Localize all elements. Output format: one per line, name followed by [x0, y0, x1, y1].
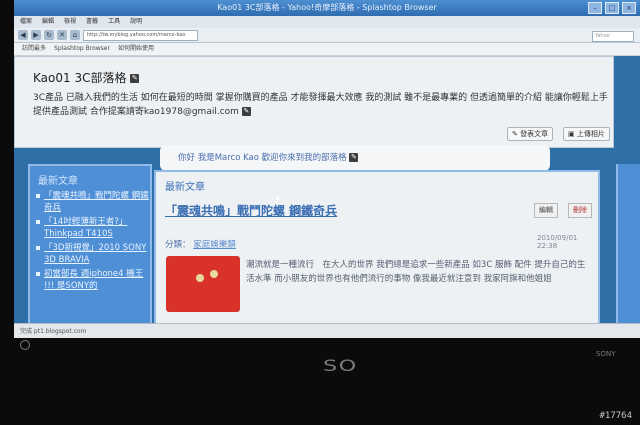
post-title[interactable]: 「震魂共鳴」戰鬥陀螺 鋼鐵奇兵 — [165, 202, 337, 219]
watermark: #17764 — [599, 411, 632, 421]
pencil-icon: ✎ — [512, 130, 518, 138]
sidebar-post-link[interactable]: 「震魂共鳴」戰鬥陀螺 鋼鐵奇兵 — [44, 190, 150, 214]
sidebar-post-list: 「震魂共鳴」戰鬥陀螺 鋼鐵奇兵 「14吋輕薄新王者?」Thinkpad T410… — [30, 190, 150, 292]
monitor-brand: SONY — [596, 350, 616, 358]
menu-tools[interactable]: 工具 — [108, 16, 120, 28]
stop-icon[interactable]: ✕ — [57, 30, 67, 40]
post-timestamp: 2010/09/01 22:38 — [537, 234, 578, 250]
category-link[interactable]: 家庭娛樂類 — [193, 240, 236, 250]
list-item: 「3D新視覺」2010 SONY 3D BRAVIA — [36, 242, 150, 266]
sidebar-title: 最新文章 — [38, 176, 78, 187]
search-input[interactable]: Yahoo — [592, 31, 634, 42]
mouse-cursor-icon — [276, 197, 283, 205]
address-bar[interactable]: http://tw.myblog.yahoo.com/marco-kao — [83, 29, 198, 41]
menu-view[interactable]: 檢視 — [64, 16, 76, 28]
edit-description-icon[interactable]: ✎ — [241, 107, 251, 116]
power-icon — [20, 340, 30, 350]
window-title: Kao01 3C部落格 - Yahoo!奇摩部落格 - Splashtop Br… — [217, 3, 437, 12]
post-excerpt: 潮流就是一種流行 在大人的世界 我們總是追求一些新產品 如3C 服飾 配件 提升… — [246, 260, 586, 284]
bullet-icon — [36, 246, 40, 250]
blog-description: 3C產品 已融入我們的生活 如何在最短的時間 掌握你購買的產品 才能發揮最大效應… — [33, 93, 608, 117]
delete-post-button[interactable]: 刪除 — [568, 203, 592, 218]
post-article-label: 發表文章 — [520, 130, 549, 138]
monitor-logo: SO — [323, 356, 358, 375]
edit-title-icon[interactable]: ✎ — [130, 74, 140, 83]
bookmark-item[interactable]: 如何開始使用 — [118, 43, 154, 55]
minimize-icon[interactable]: – — [588, 2, 602, 14]
menu-help[interactable]: 說明 — [130, 16, 142, 28]
section-title: 最新文章 — [165, 182, 205, 193]
menu-edit[interactable]: 編輯 — [42, 16, 54, 28]
navigation-toolbar: ◀ ▶ ↻ ✕ ⌂ http://tw.myblog.yahoo.com/mar… — [14, 28, 640, 43]
menu-file[interactable]: 檔案 — [20, 16, 32, 28]
sidebar-post-link[interactable]: 「14吋輕薄新王者?」Thinkpad T410S — [44, 216, 150, 240]
browser-screen: Kao01 3C部落格 - Yahoo!奇摩部落格 - Splashtop Br… — [14, 0, 640, 338]
window-controls: – □ × — [588, 2, 636, 14]
close-icon[interactable]: × — [622, 2, 636, 14]
window-titlebar: Kao01 3C部落格 - Yahoo!奇摩部落格 - Splashtop Br… — [14, 0, 640, 16]
list-item: 「震魂共鳴」戰鬥陀螺 鋼鐵奇兵 — [36, 190, 150, 214]
spinning-top-image — [196, 274, 204, 282]
edit-post-button[interactable]: 編輯 — [534, 203, 558, 218]
blog-header: Kao01 3C部落格 ✎ 3C產品 已融入我們的生活 如何在最短的時間 掌握你… — [14, 56, 614, 148]
greeting-text: 你好 我是Marco Kao 歡迎你來到我的部落格 — [178, 153, 347, 163]
list-item: 初當部長 週iphone4 機王 !!! 是SONY的 — [36, 268, 150, 292]
bullet-icon — [36, 220, 40, 224]
menu-bookmarks[interactable]: 書籤 — [86, 16, 98, 28]
post-category: 分類： 家庭娛樂類 — [165, 238, 236, 250]
status-bar: 完成 pt1.blogspot.com — [14, 323, 640, 338]
reload-icon[interactable]: ↻ — [44, 30, 54, 40]
bookmark-item[interactable]: 訪問最多 — [22, 43, 46, 55]
bullet-icon — [36, 194, 40, 198]
post-article-button[interactable]: ✎ 發表文章 — [507, 127, 554, 141]
bookmark-item[interactable]: Splashtop Browser — [54, 43, 110, 55]
blog-title-row: Kao01 3C部落格 ✎ — [33, 69, 140, 86]
sidebar-post-link[interactable]: 初當部長 週iphone4 機王 !!! 是SONY的 — [44, 268, 150, 292]
bullet-icon — [36, 272, 40, 276]
spinning-top-image — [210, 270, 218, 278]
menu-bar: 檔案 編輯 檢視 書籤 工具 說明 — [14, 16, 640, 28]
bookmarks-bar: 訪問最多 Splashtop Browser 如何開始使用 — [14, 43, 640, 56]
photo-icon: ▣ — [568, 130, 575, 138]
maximize-icon[interactable]: □ — [605, 2, 619, 14]
greeting-bubble: 你好 我是Marco Kao 歡迎你來到我的部落格 ✎ — [160, 145, 550, 171]
forward-icon[interactable]: ▶ — [31, 30, 41, 40]
home-icon[interactable]: ⌂ — [70, 30, 80, 40]
sidebar-post-link[interactable]: 「3D新視覺」2010 SONY 3D BRAVIA — [44, 242, 150, 266]
blog-description-row: 3C產品 已融入我們的生活 如何在最短的時間 掌握你購買的產品 才能發揮最大效應… — [33, 91, 609, 119]
post-thumbnail[interactable] — [166, 256, 240, 312]
back-icon[interactable]: ◀ — [18, 30, 28, 40]
category-label: 分類： — [165, 240, 191, 250]
sidebar-latest-posts: 最新文章 「震魂共鳴」戰鬥陀螺 鋼鐵奇兵 「14吋輕薄新王者?」Thinkpad… — [28, 164, 152, 338]
right-sidebar — [616, 164, 640, 334]
upload-photo-label: 上傳相片 — [576, 130, 605, 138]
main-latest-posts: 最新文章 「震魂共鳴」戰鬥陀螺 鋼鐵奇兵 編輯 刪除 分類： 家庭娛樂類 201… — [154, 170, 600, 338]
list-item: 「14吋輕薄新王者?」Thinkpad T410S — [36, 216, 150, 240]
blog-title[interactable]: Kao01 3C部落格 — [33, 71, 126, 85]
edit-greeting-icon[interactable]: ✎ — [349, 153, 359, 162]
upload-photo-button[interactable]: ▣ 上傳相片 — [563, 127, 610, 141]
